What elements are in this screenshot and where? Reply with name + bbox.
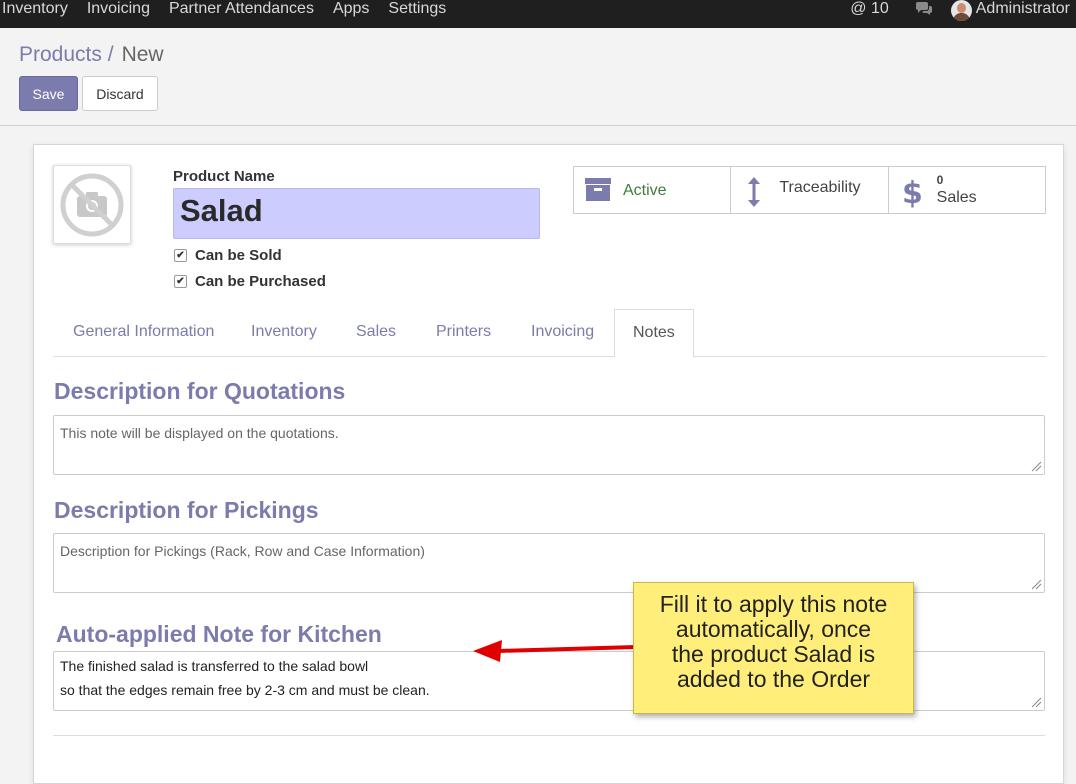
sales-count: 0 [936, 173, 944, 187]
breadcrumb: Products / New [19, 43, 164, 67]
archive-icon [585, 178, 611, 201]
svg-text:$: $ [902, 176, 923, 208]
traceability-label: Traceability [779, 179, 861, 196]
tab-general-information[interactable]: General Information [73, 309, 214, 357]
quotations-placeholder: This note will be displayed on the quota… [60, 425, 339, 441]
menu-invoicing[interactable]: Invoicing [87, 0, 150, 18]
dollar-icon: $ [902, 176, 923, 208]
divider [53, 735, 1045, 736]
resize-handle-icon[interactable] [1031, 579, 1042, 590]
no-camera-icon [60, 173, 124, 236]
pickings-title: Description for Pickings [54, 497, 319, 523]
chat-icon[interactable] [915, 2, 933, 16]
quotations-textarea[interactable]: This note will be displayed on the quota… [53, 415, 1045, 475]
kitchen-note-title: Auto-applied Note for Kitchen [56, 621, 382, 647]
sales-label: Sales [936, 189, 977, 206]
annotation-callout: Fill it to apply this note automatically… [633, 582, 914, 714]
tab-invoicing[interactable]: Invoicing [531, 309, 594, 357]
callout-line-4: added to the Order [676, 666, 871, 692]
quotations-title: Description for Quotations [54, 378, 346, 404]
can-be-sold-checkbox[interactable]: ✔ [174, 249, 187, 262]
breadcrumb-products[interactable]: Products / [19, 43, 114, 66]
product-name-label: Product Name [173, 168, 275, 185]
mentions-counter[interactable]: @ 10 [850, 0, 888, 18]
active-button[interactable]: Active [574, 167, 732, 213]
breadcrumb-current: New [121, 43, 164, 66]
resize-handle-icon[interactable] [1031, 461, 1042, 472]
menu-inventory[interactable]: Inventory [2, 0, 68, 18]
callout-line-2: automatically, once [675, 616, 872, 642]
pickings-placeholder: Description for Pickings (Rack, Row and … [60, 543, 425, 559]
app-menu: Inventory Invoicing Partner Attendances … [2, 0, 465, 18]
can-be-purchased-label: Can be Purchased [195, 273, 326, 290]
annotation-arrow-icon [473, 640, 636, 662]
can-be-purchased-checkbox[interactable]: ✔ [174, 275, 187, 288]
tab-sales[interactable]: Sales [356, 309, 396, 357]
notebook-tabs: General Information Inventory Sales Prin… [53, 309, 1046, 358]
vertical-arrows-icon [748, 177, 761, 207]
callout-line-3: the product Salad is [671, 641, 876, 667]
resize-handle-icon[interactable] [1031, 697, 1042, 708]
can-be-sold-label: Can be Sold [195, 247, 282, 264]
tab-notes[interactable]: Notes [614, 309, 694, 358]
product-name-input[interactable]: Salad [173, 188, 540, 239]
save-button[interactable]: Save [19, 76, 78, 111]
active-label: Active [623, 182, 667, 199]
callout-line-1: Fill it to apply this note [659, 591, 888, 617]
discard-button[interactable]: Discard [82, 76, 158, 111]
top-navbar: Inventory Invoicing Partner Attendances … [0, 0, 1076, 28]
user-name: Administrator [975, 0, 1070, 17]
sales-button[interactable]: $ 0 Sales [889, 167, 1045, 213]
tab-printers[interactable]: Printers [436, 309, 491, 357]
menu-partner-attendances[interactable]: Partner Attendances [169, 0, 314, 18]
menu-settings[interactable]: Settings [388, 0, 446, 18]
tab-inventory[interactable]: Inventory [251, 309, 317, 357]
avatar [950, 0, 972, 21]
navbar-systray: @ 10 Administrator [850, 0, 1070, 21]
user-menu[interactable]: Administrator [950, 0, 1070, 21]
control-panel: Products / New Save Discard [0, 28, 1076, 126]
traceability-button[interactable]: Traceability [731, 167, 889, 213]
product-image[interactable] [53, 165, 131, 244]
can-be-purchased-row[interactable]: ✔ Can be Purchased [174, 273, 326, 290]
can-be-sold-row[interactable]: ✔ Can be Sold [174, 247, 282, 264]
menu-apps[interactable]: Apps [333, 0, 369, 18]
smart-buttons: Active Traceability $ 0 Sales [573, 166, 1046, 214]
